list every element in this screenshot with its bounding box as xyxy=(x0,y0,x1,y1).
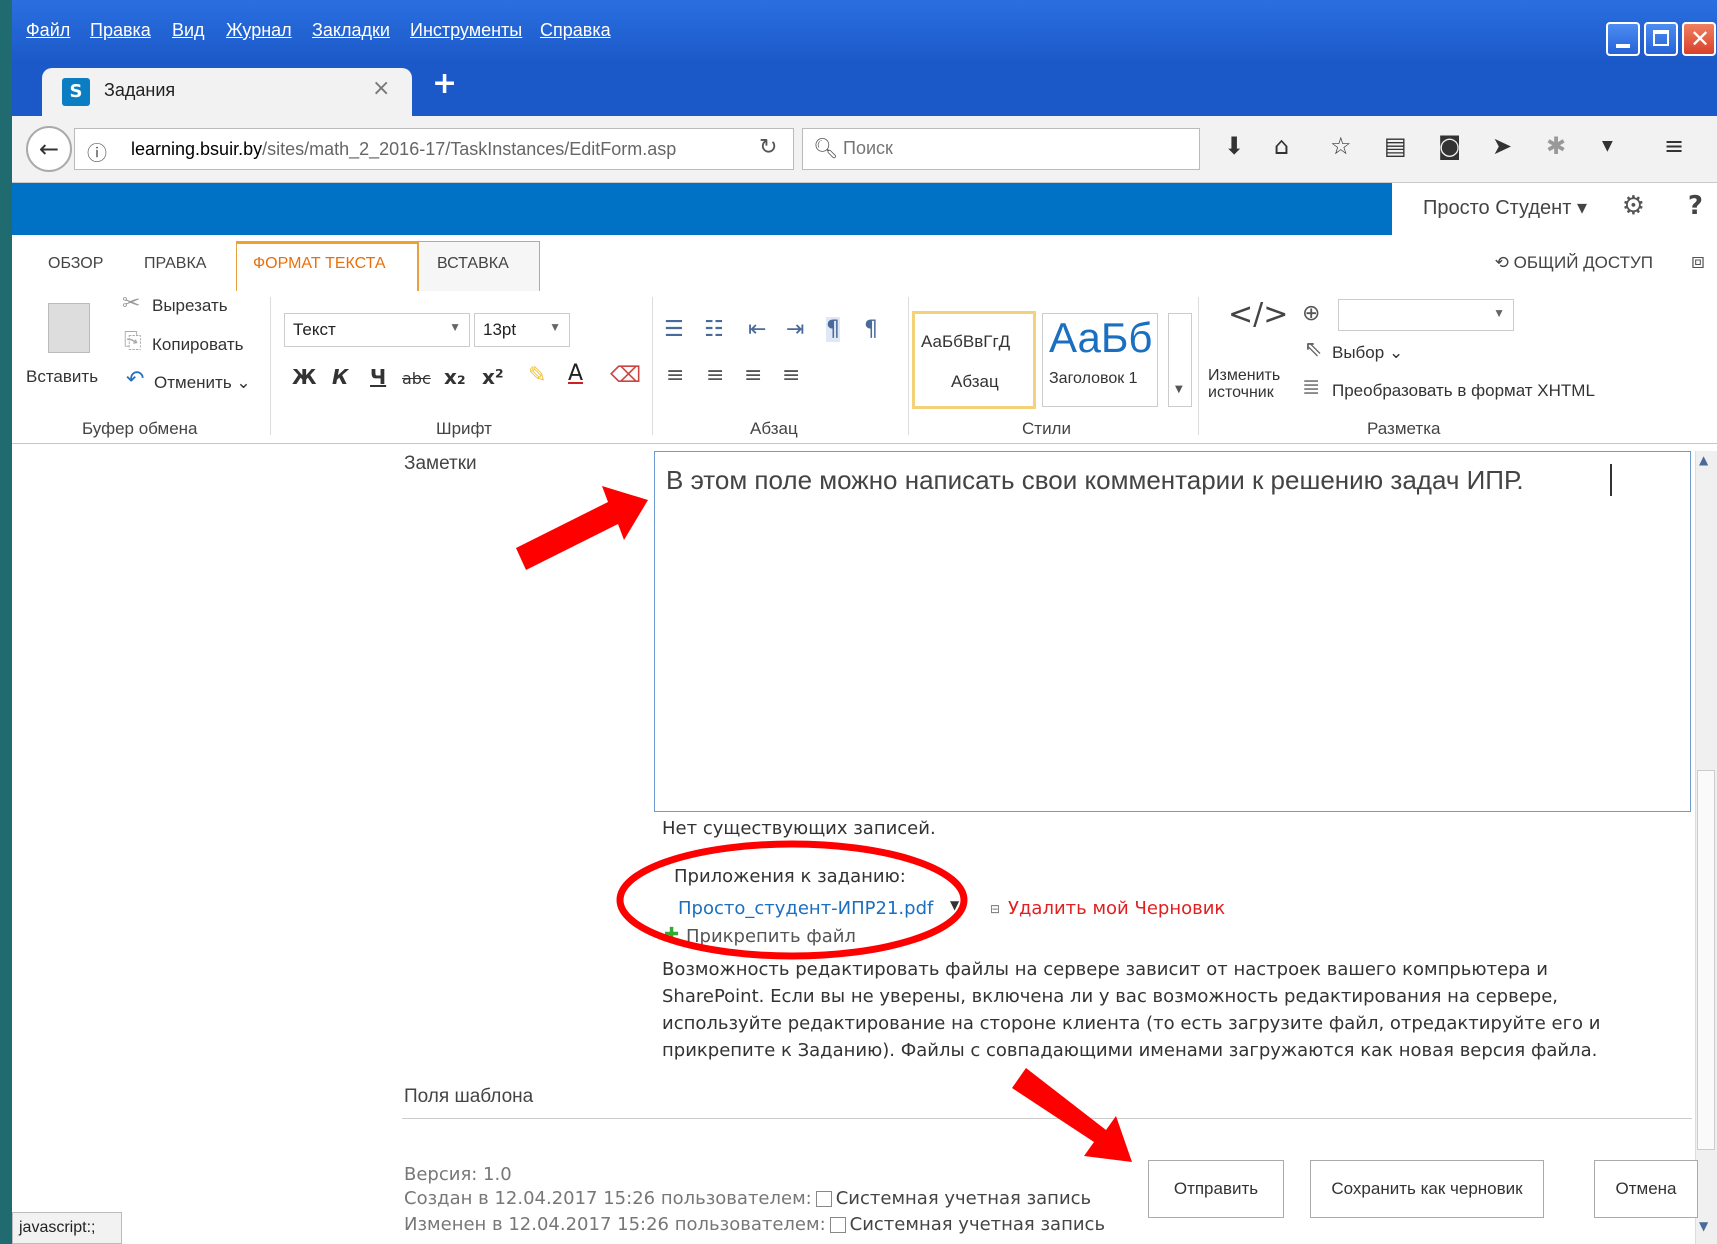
annotation-overlay xyxy=(516,486,1132,1162)
red-arrow-to-notes xyxy=(516,486,648,570)
red-arrow-to-submit xyxy=(1012,1068,1132,1162)
browser-window: Файл Правка Вид Журнал Закладки Инструме… xyxy=(12,0,1717,1244)
screen-background: Файл Правка Вид Журнал Закладки Инструме… xyxy=(0,0,1717,1244)
red-ellipse-attachment xyxy=(616,840,968,960)
